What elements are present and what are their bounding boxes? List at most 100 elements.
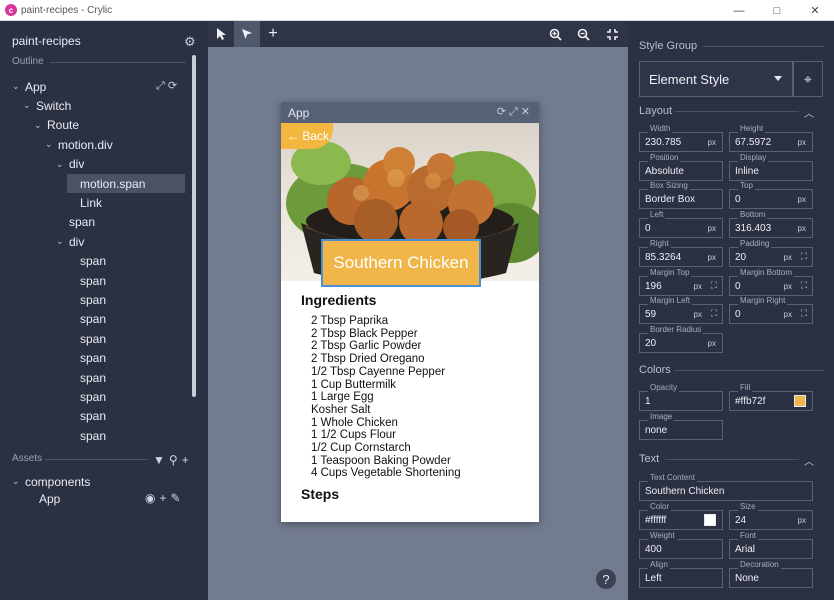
edit-icon[interactable]: ✎ <box>171 491 185 505</box>
select-tool-button[interactable] <box>234 21 260 47</box>
add-element-button[interactable]: + <box>260 21 286 47</box>
tree-row-span[interactable]: span <box>67 329 106 348</box>
height-field[interactable]: Height 67.5972 px <box>729 124 813 152</box>
expand-sides-icon[interactable]: ⛶ <box>801 280 807 291</box>
tree-row-motion-span[interactable]: motion.span <box>67 174 185 193</box>
expand-icon[interactable]: ⤢ <box>156 80 168 92</box>
text-color-swatch[interactable] <box>704 514 716 526</box>
font-weight-field[interactable]: Weight 400 <box>639 531 723 559</box>
tree-row-switch[interactable]: ⌄ Switch <box>23 96 71 115</box>
tree-row-span[interactable]: span <box>67 387 106 406</box>
image-field[interactable]: Image none <box>639 412 723 440</box>
top-field[interactable]: Top 0 px <box>729 181 813 210</box>
canvas-toolbar: + <box>208 21 628 47</box>
text-color-field[interactable]: Color #ffffff <box>639 502 723 530</box>
display-field[interactable]: Display Inline <box>729 152 813 181</box>
selected-recipe-title[interactable]: Southern Chicken <box>321 239 481 287</box>
margin-top-unit: px <box>693 281 702 291</box>
fill-swatch[interactable] <box>794 395 806 407</box>
chevron-down-icon[interactable]: ⌄ <box>56 159 66 170</box>
tree-row-span[interactable]: span <box>56 213 95 232</box>
right-field[interactable]: Right 85.3264 px <box>639 238 723 267</box>
ingredient-item: 1 1/2 Cups Flour <box>311 429 397 442</box>
left-field[interactable]: Left 0 px <box>639 210 723 239</box>
chevron-down-icon[interactable]: ⌄ <box>12 81 22 92</box>
crosshair-target-button[interactable]: ⌖ <box>793 61 823 97</box>
bottom-field[interactable]: Bottom 316.403 px <box>729 210 813 239</box>
opacity-field[interactable]: Opacity 1 <box>639 383 723 411</box>
fill-field[interactable]: Fill #ffb72f <box>729 383 813 411</box>
filter-icon[interactable]: ▼ <box>153 453 169 467</box>
tree-row-span[interactable]: span <box>67 368 106 387</box>
tree-row-label: span <box>80 351 107 366</box>
zoom-in-button[interactable] <box>542 21 568 47</box>
expand-sides-icon[interactable]: ⛶ <box>801 308 807 319</box>
border-radius-value: 20 <box>645 337 657 349</box>
close-button[interactable]: ✕ <box>796 0 834 21</box>
position-field[interactable]: Position Absolute <box>639 152 723 181</box>
zoom-in-icon <box>549 28 562 41</box>
refresh-icon[interactable]: ⟳ <box>497 106 509 118</box>
width-field[interactable]: Width 230.785 px <box>639 124 723 152</box>
tree-row-span[interactable]: span <box>67 252 106 271</box>
help-button[interactable]: ? <box>596 569 616 589</box>
component-preview[interactable]: App ⟳⤢✕ ← Back Southern Chicken Ingredie… <box>281 102 539 522</box>
outline-scrollbar[interactable] <box>192 55 196 397</box>
tree-row-label: div <box>69 157 85 172</box>
padding-field[interactable]: Padding 20 px ⛶ <box>729 238 813 267</box>
expand-sides-icon[interactable]: ⛶ <box>801 251 807 262</box>
collapse-layout-icon[interactable]: ︿ <box>804 105 814 120</box>
margin-bottom-field[interactable]: Margin Bottom 0 px ⛶ <box>729 267 813 296</box>
tree-row-span[interactable]: span <box>67 349 106 368</box>
search-icon[interactable]: ⚲ <box>169 453 182 467</box>
style-group-label: Style Group <box>639 40 698 52</box>
border-radius-field[interactable]: Border Radius 20 px <box>639 324 723 353</box>
components-label: components <box>25 474 91 489</box>
window-title: paint-recipes - Crylic <box>21 4 113 16</box>
tree-row-span[interactable]: span <box>67 426 106 445</box>
tree-row-span[interactable]: span <box>67 407 106 426</box>
tree-row-app[interactable]: ⌄ App <box>12 77 46 96</box>
eye-icon[interactable]: ◉ <box>145 491 159 505</box>
close-icon[interactable]: ✕ <box>521 106 533 118</box>
add-asset-icon[interactable]: + <box>182 453 193 467</box>
tree-row-span[interactable]: span <box>67 271 106 290</box>
settings-gear-icon[interactable]: ⚙ <box>184 34 196 50</box>
expand-sides-icon[interactable]: ⛶ <box>711 308 717 319</box>
margin-top-value: 196 <box>645 280 662 292</box>
chevron-down-icon[interactable]: ⌄ <box>56 236 66 247</box>
refresh-icon[interactable]: ⟳ <box>168 80 180 92</box>
expand-sides-icon[interactable]: ⛶ <box>711 280 717 291</box>
box-sizing-field[interactable]: Box Sizing Border Box <box>639 181 723 210</box>
component-item-app[interactable]: App <box>39 489 60 508</box>
margin-top-field[interactable]: Margin Top 196 px ⛶ <box>639 267 723 296</box>
collapse-text-icon[interactable]: ︿ <box>804 453 814 468</box>
margin-left-field[interactable]: Margin Left 59 px ⛶ <box>639 296 723 325</box>
tree-row-span[interactable]: span <box>67 310 106 329</box>
style-group-select[interactable]: Element Style <box>639 61 793 97</box>
tree-row-link[interactable]: Link <box>67 193 102 212</box>
style-group-value: Element Style <box>649 71 730 87</box>
tree-row-div[interactable]: ⌄ div <box>56 155 84 174</box>
minimize-button[interactable]: — <box>720 0 758 21</box>
chevron-down-icon[interactable]: ⌄ <box>34 120 44 131</box>
tree-row-label: span <box>80 409 107 424</box>
chevron-down-icon[interactable]: ⌄ <box>45 139 55 150</box>
tree-row-motion-div[interactable]: ⌄ motion.div <box>45 135 113 154</box>
tree-row-div[interactable]: ⌄ div <box>56 232 84 251</box>
add-component-icon[interactable]: + <box>159 491 170 505</box>
maximize-button[interactable]: □ <box>758 0 796 21</box>
fit-screen-button[interactable] <box>599 21 625 47</box>
tree-row-route[interactable]: ⌄ Route <box>34 116 79 135</box>
chevron-down-icon[interactable]: ⌄ <box>23 100 33 111</box>
text-content-field[interactable]: Text Content Southern Chicken <box>639 473 813 501</box>
text-decoration-field[interactable]: Decoration None <box>729 560 813 588</box>
margin-right-field[interactable]: Margin Right 0 px ⛶ <box>729 296 813 325</box>
tree-row-span[interactable]: span <box>67 290 106 309</box>
text-align-field[interactable]: Align Left <box>639 560 723 588</box>
font-family-field[interactable]: Font Arial <box>729 531 813 559</box>
text-size-field[interactable]: Size 24 px <box>729 502 813 530</box>
expand-icon[interactable]: ⤢ <box>509 106 521 118</box>
pointer-tool-button[interactable] <box>208 21 234 47</box>
zoom-out-button[interactable] <box>570 21 596 47</box>
